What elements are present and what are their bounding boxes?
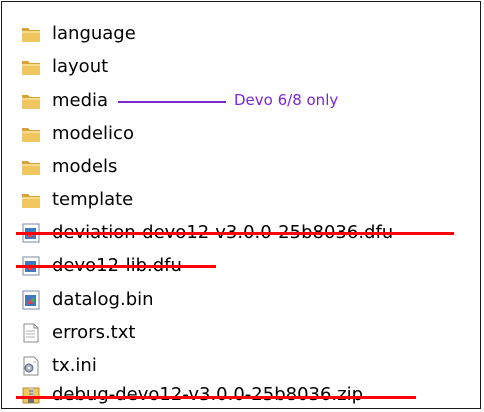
file-name: modelico bbox=[52, 123, 134, 144]
file-name: language bbox=[52, 23, 136, 44]
file-name: template bbox=[52, 189, 134, 210]
folder-icon bbox=[20, 23, 42, 45]
file-name: errors.txt bbox=[52, 322, 136, 343]
file-list: language layout media modelico models te… bbox=[2, 2, 480, 408]
list-item-models[interactable]: models bbox=[20, 152, 117, 182]
folder-icon bbox=[20, 156, 42, 178]
list-item-layout[interactable]: layout bbox=[20, 52, 108, 82]
list-item-tx-ini[interactable]: tx.ini bbox=[20, 351, 97, 381]
list-item-errors-txt[interactable]: errors.txt bbox=[20, 318, 135, 348]
file-name: media bbox=[52, 90, 109, 111]
file-list-panel: language layout media modelico models te… bbox=[1, 1, 481, 409]
file-name: datalog.bin bbox=[52, 289, 154, 310]
strikethrough-line bbox=[16, 396, 416, 399]
folder-icon bbox=[20, 189, 42, 211]
file-name: models bbox=[52, 156, 118, 177]
annotation-line bbox=[118, 101, 226, 103]
text-file-icon bbox=[20, 322, 42, 344]
folder-icon bbox=[20, 123, 42, 145]
ini-file-icon bbox=[20, 355, 42, 377]
list-item-template[interactable]: template bbox=[20, 185, 133, 215]
annotation-text: Devo 6/8 only bbox=[234, 91, 339, 109]
list-item-language[interactable]: language bbox=[20, 19, 136, 49]
bin-file-icon bbox=[20, 289, 42, 311]
list-item-debug-zip[interactable]: debug-devo12-v3.0.0-25b8036.zip bbox=[20, 380, 363, 410]
file-name: tx.ini bbox=[52, 355, 97, 376]
file-name: layout bbox=[52, 56, 109, 77]
folder-icon bbox=[20, 90, 42, 112]
list-item-modelico[interactable]: modelico bbox=[20, 119, 134, 149]
strikethrough-line bbox=[16, 232, 454, 235]
folder-icon bbox=[20, 56, 42, 78]
list-item-datalog-bin[interactable]: datalog.bin bbox=[20, 285, 154, 315]
strikethrough-line bbox=[16, 265, 216, 268]
file-name: debug-devo12-v3.0.0-25b8036.zip bbox=[52, 384, 364, 405]
list-item-media[interactable]: media bbox=[20, 86, 108, 116]
zip-file-icon bbox=[20, 384, 42, 406]
